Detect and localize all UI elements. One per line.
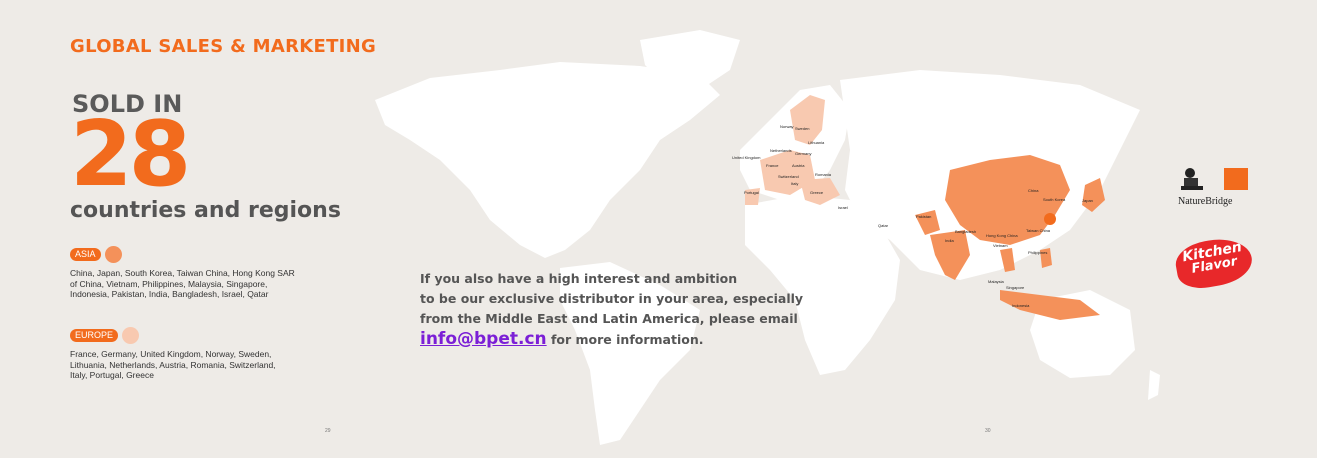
message-line: from the Middle East and Latin America, …: [420, 311, 798, 326]
map-label: Taiwan China: [1026, 228, 1051, 233]
countries-label: countries and regions: [70, 198, 341, 223]
asia-countries-line: Indonesia, Pakistan, India, Bangladesh, …: [70, 289, 269, 299]
asia-region: ASIA China, Japan, South Korea, Taiwan C…: [70, 246, 340, 300]
message-tail: for more information.: [546, 332, 704, 347]
map-label: France: [766, 163, 779, 168]
china-marker: [1044, 213, 1056, 225]
email-link[interactable]: info@bpet.cn: [420, 329, 547, 349]
europe-countries-line: Italy, Portugal, Greece: [70, 370, 154, 380]
map-label: Netherlands: [770, 148, 792, 153]
map-label: Portugal: [744, 190, 759, 195]
page-header: GLOBAL SALES & MARKETING: [70, 36, 377, 57]
map-label: India: [945, 238, 954, 243]
europe-countries-line: Lithuania, Netherlands, Austria, Romania…: [70, 359, 276, 370]
page-number-right: 30: [985, 428, 991, 434]
nature-bridge-icon: [1181, 168, 1248, 190]
europe-countries-line: France, Germany, United Kingdom, Norway,…: [70, 349, 272, 359]
europe-region: EUROPE France, Germany, United Kingdom, …: [70, 327, 340, 381]
map-label: Philippines: [1028, 250, 1047, 255]
map-label: Japan: [1082, 198, 1093, 203]
map-label: Israel: [838, 205, 848, 210]
asia-countries-line: China, Japan, South Korea, Taiwan China,…: [70, 268, 295, 278]
map-land: [375, 30, 1160, 445]
map-label: Malaysia: [988, 279, 1005, 284]
map-label: Italy: [791, 181, 798, 186]
map-label: Romania: [815, 172, 832, 177]
map-label: Sweden: [795, 126, 809, 131]
map-label: Germany: [795, 151, 811, 156]
asia-countries-line: of China, Vietnam, Philippines, Malaysia…: [70, 278, 268, 289]
map-label: Hong Kong China: [986, 233, 1018, 238]
distributor-message: If you also have a high interest and amb…: [420, 269, 803, 350]
europe-tag: EUROPE: [70, 329, 119, 342]
map-label: United Kingdom: [732, 155, 761, 160]
page-number-left: 29: [325, 428, 331, 434]
asia-tag: ASIA: [70, 248, 101, 261]
map-label: Vietnam: [993, 243, 1008, 248]
europe-color-dot: [122, 327, 140, 344]
map-label: Austria: [792, 163, 805, 168]
map-label: China: [1028, 188, 1039, 193]
map-label: South Korea: [1043, 197, 1066, 202]
map-label: Singapore: [1006, 285, 1025, 290]
map-label: Norway: [780, 124, 794, 129]
message-line: If you also have a high interest and amb…: [420, 271, 738, 286]
country-count: 28: [70, 102, 191, 207]
nature-bridge-text: NatureBridge: [1178, 196, 1233, 207]
map-label: Lithuania: [808, 140, 825, 145]
asia-color-dot: [104, 246, 122, 263]
message-line: to be our exclusive distributor in your …: [420, 291, 804, 306]
map-label: Bangladesh: [955, 229, 976, 234]
map-label: Greece: [810, 190, 824, 195]
map-label: Qatar: [878, 223, 889, 228]
world-map: Norway Sweden Lithuania Netherlands Germ…: [375, 30, 1160, 445]
map-label: Pakistan: [916, 214, 931, 219]
nature-bridge-logo: NatureBridge: [1178, 165, 1252, 207]
map-label: Switzerland: [778, 174, 799, 179]
map-label: Indonesia: [1012, 303, 1030, 308]
